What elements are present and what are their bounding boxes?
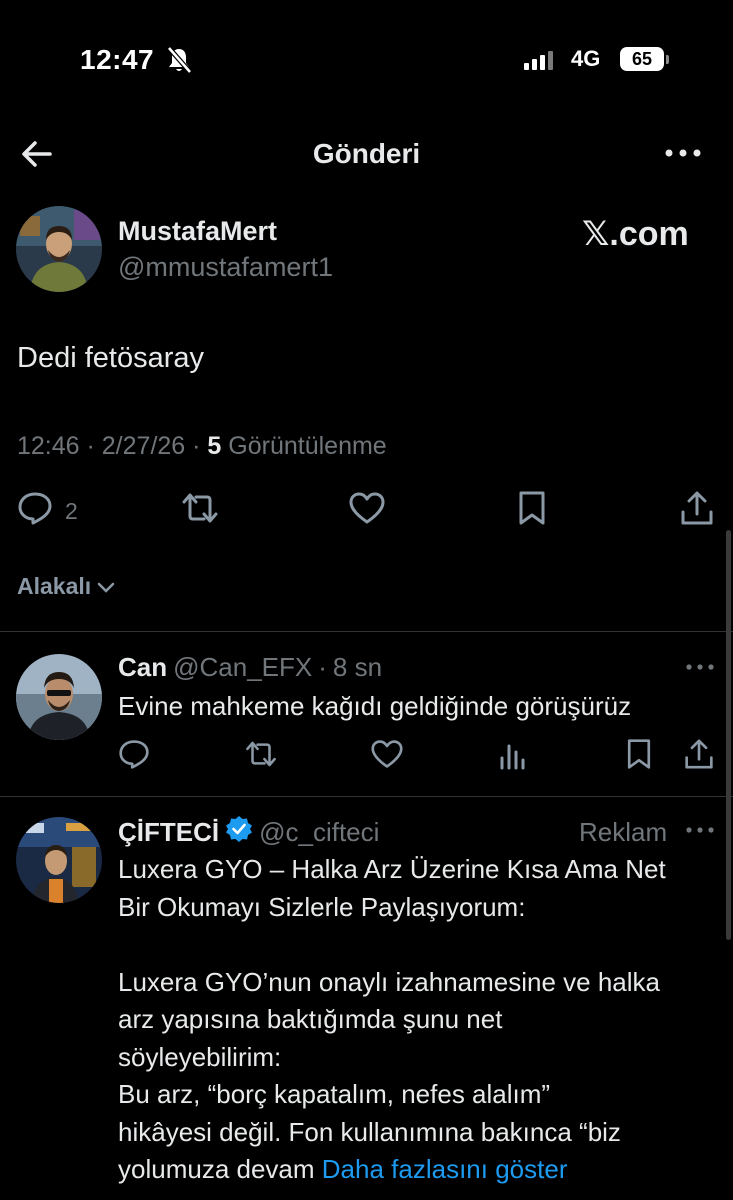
reply-author-name[interactable]: ÇİFTECİ (118, 817, 219, 848)
text-line: Luxera GYO’nun onaylı izahnamesine ve ha… (118, 966, 660, 997)
chevron-down-icon (97, 573, 115, 600)
reply-text: Luxera GYO – Halka Arz Üzerine Kısa Ama … (118, 851, 723, 1189)
repost-icon (180, 490, 220, 532)
sort-replies-dropdown[interactable]: Alakalı (17, 573, 115, 600)
post-meta: 12:46 · 2/27/26 · 5 Görüntülenme (17, 432, 387, 460)
status-time: 12:47 (80, 44, 155, 75)
reply-time: 8 sn (332, 652, 383, 682)
sort-label: Alakalı (17, 573, 92, 599)
page-title: Gönderi (312, 138, 421, 169)
bookmark-icon[interactable] (624, 738, 654, 775)
heart-icon[interactable] (370, 738, 404, 775)
reply-text: Evine mahkeme kağıdı geldiğinde görüşürü… (118, 691, 632, 721)
bookmark-icon (516, 490, 548, 532)
post-action-bar: 2 (0, 490, 733, 532)
divider (0, 631, 733, 632)
text-line (118, 926, 723, 964)
heart-icon (348, 490, 386, 532)
reply-action-bar (0, 738, 733, 772)
network-type: 4G (571, 46, 601, 71)
reply-author-handle[interactable]: @Can_EFX (173, 652, 312, 683)
reply-header: ÇİFTECİ @c_cifteci (118, 815, 379, 850)
show-more-link[interactable]: Daha fazlasını göster (322, 1154, 568, 1184)
share-icon (680, 490, 714, 532)
text-line-end: yolumuza devam (118, 1154, 315, 1184)
reply-avatar[interactable] (16, 654, 102, 740)
text-line: yolumuza devam Daha fazlasını göster (118, 1151, 723, 1189)
reply-avatar[interactable] (16, 817, 102, 903)
text-line: söyleyebilirim: (118, 1041, 282, 1072)
reply-button[interactable]: 2 (17, 490, 78, 532)
battery-tip (666, 55, 669, 64)
battery-icon: 65 (620, 47, 664, 71)
share-icon[interactable] (684, 738, 714, 775)
signal-strength-icon (524, 50, 553, 70)
reply-icon (17, 490, 53, 532)
text-line: Bu arz, “borç kapatalım, nefes alalım” (118, 1079, 551, 1109)
text-line: arz yapısına baktığımda şunu net (118, 1004, 503, 1034)
post-date: 2/27/26 (101, 432, 186, 460)
author-name[interactable]: MustafaMert (118, 216, 277, 247)
post-text: Dedi fetösaray (17, 342, 204, 374)
repost-button[interactable] (180, 490, 220, 532)
ad-label: Reklam (579, 817, 668, 847)
verified-badge-icon (225, 815, 253, 850)
text-line: hikâyesi değil. Fon kullanımına bakınca … (118, 1116, 621, 1147)
more-options-icon[interactable] (684, 823, 716, 842)
reply-author-handle[interactable]: @c_cifteci (259, 817, 379, 848)
text-line: Luxera GYO – Halka Arz Üzerine Kısa Ama … (118, 854, 666, 884)
author-avatar[interactable] (16, 206, 102, 292)
share-button[interactable] (680, 490, 714, 532)
more-options-icon[interactable] (684, 660, 716, 679)
text-line: Bir Okumayı Sizlerle Paylaşıyorum: (118, 891, 526, 922)
like-button[interactable] (348, 490, 386, 532)
scrollbar[interactable] (726, 530, 731, 940)
reply-icon[interactable] (118, 738, 150, 775)
author-handle[interactable]: @mmustafamert1 (118, 252, 333, 283)
post-time: 12:46 (17, 432, 80, 460)
divider (0, 796, 733, 797)
reply-count: 2 (65, 497, 78, 524)
view-count: 5 (207, 432, 222, 460)
status-bar: 12:47 4G 65 (0, 0, 733, 120)
view-label: Görüntülenme (228, 432, 387, 460)
analytics-icon[interactable] (498, 738, 528, 775)
bookmark-button[interactable] (516, 490, 548, 532)
x-logo-watermark: 𝕏.com (582, 215, 689, 253)
reply-header: Can @Can_EFX · 8 sn (118, 652, 383, 683)
muted-bell-icon (166, 46, 192, 79)
top-nav-bar: Gönderi (0, 120, 733, 190)
reply-author-name[interactable]: Can (118, 652, 167, 683)
repost-icon[interactable] (244, 738, 278, 775)
more-options-icon[interactable] (660, 138, 706, 168)
